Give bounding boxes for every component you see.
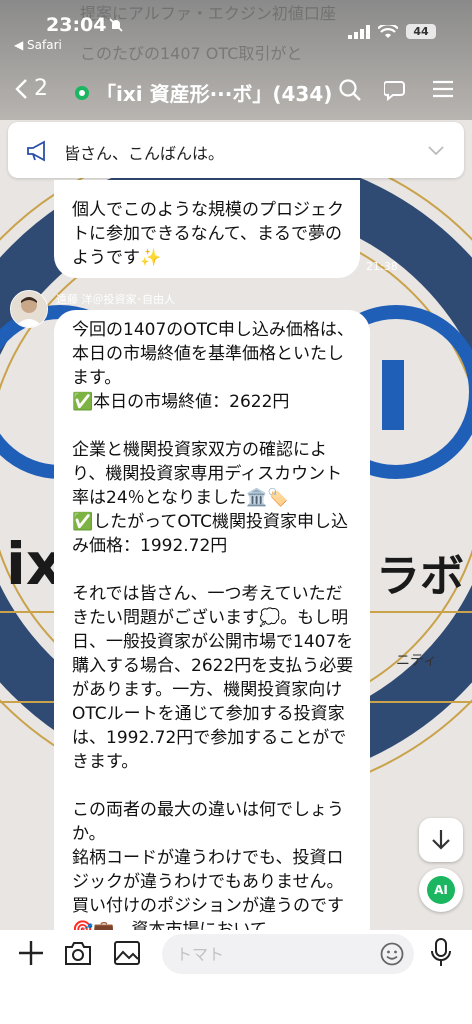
status-time: 23:04 (46, 14, 107, 36)
image-icon[interactable] (114, 940, 140, 966)
avatar[interactable] (10, 290, 48, 328)
microphone-icon[interactable] (430, 938, 452, 968)
chevron-left-icon (15, 78, 27, 99)
camera-icon[interactable] (64, 940, 92, 966)
menu-icon[interactable] (432, 78, 454, 100)
battery-indicator: 44 (406, 24, 436, 39)
megaphone-icon (27, 140, 45, 162)
chat-title[interactable]: 「ixi 資産形···ボ」(434) (74, 78, 332, 107)
search-icon[interactable] (338, 78, 362, 102)
announcement-text: 皆さん、こんばんは。 (64, 144, 225, 163)
signal-icon (348, 24, 370, 39)
ai-label: AI (427, 876, 455, 904)
chat-header: 2 「ixi 資産形···ボ」(434) (0, 64, 472, 116)
bg-brand-text-2: ラボ (376, 551, 464, 602)
bg-community-text: ニティ (396, 653, 438, 669)
chat-bubbles-icon[interactable] (384, 78, 410, 102)
message-input[interactable] (162, 934, 414, 974)
message-input-bar (0, 930, 472, 1024)
message-bubble[interactable]: 個人でこのような規模のプロジェクトに参加できるなんて、まるで夢のようです✨ (54, 180, 360, 278)
emoji-icon[interactable] (380, 942, 404, 966)
arrow-down-icon (432, 830, 450, 850)
status-icons: 44 (348, 24, 436, 39)
wifi-icon (378, 24, 398, 38)
status-bar: 23:04 ◀ Safari 44 (0, 0, 472, 58)
openchat-icon (75, 85, 89, 100)
mute-bell-icon (109, 18, 123, 32)
avatar-photo (11, 291, 47, 327)
back-unread-count: 2 (34, 76, 48, 101)
sender-name: 遠藤 洋＠投資家･自由人 (56, 293, 175, 306)
message-timestamp: 21:38 (366, 260, 398, 273)
header-actions (338, 78, 454, 102)
ai-assistant-button[interactable]: AI (419, 868, 463, 912)
back-button[interactable]: 2 (14, 76, 48, 101)
announcement-banner[interactable]: 皆さん、こんばんは。 (8, 122, 464, 178)
message-bubble[interactable]: 今回の1407のOTC申し込み価格は、本日の市場終値を基準価格といたします。 ✅… (54, 310, 370, 950)
plus-icon[interactable] (18, 940, 44, 966)
scroll-to-bottom-button[interactable] (419, 818, 463, 862)
chat-title-text: 「ixi 資産形···ボ」(434) (96, 82, 333, 106)
back-to-safari-link[interactable]: ◀ Safari (14, 38, 62, 52)
chevron-down-icon[interactable] (428, 146, 444, 156)
